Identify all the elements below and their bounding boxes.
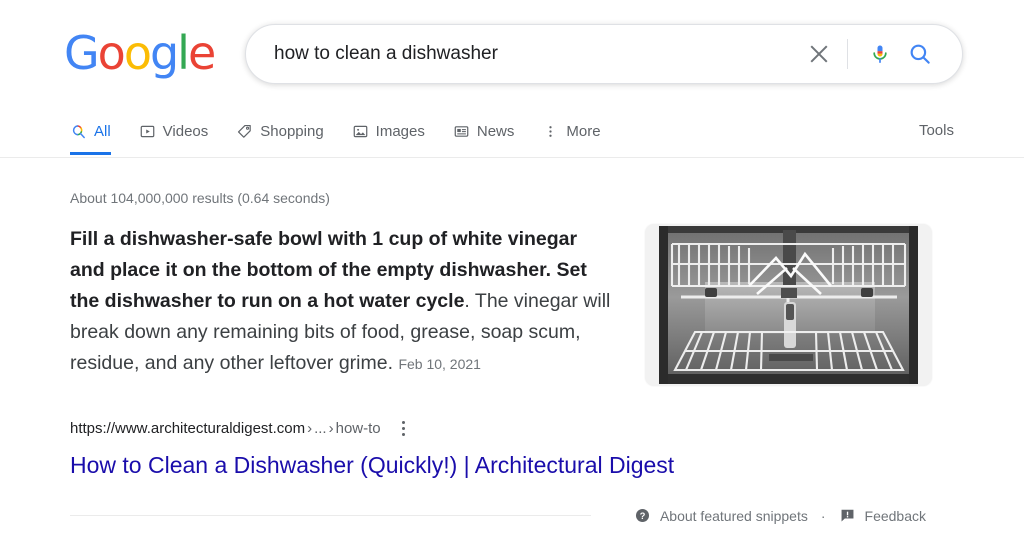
more-vertical-dots-icon	[402, 432, 406, 436]
search-divider	[847, 39, 848, 69]
help-question-icon: ?	[635, 508, 649, 523]
breadcrumb-separator-1: ›	[307, 419, 313, 437]
footer-separator: ·	[820, 507, 826, 524]
search-input[interactable]	[274, 37, 799, 71]
result-domain: https://www.architecturaldigest.com	[70, 419, 306, 437]
footer-links: ? About featured snippets · Feedback	[634, 507, 926, 524]
featured-snippet-image[interactable]	[645, 224, 932, 386]
result-source-row: https://www.architecturaldigest.com ›... ›…	[70, 418, 950, 438]
page-header: Google	[0, 0, 1024, 108]
tab-news-label: News	[476, 123, 515, 140]
more-vertical-dots-icon	[402, 420, 406, 424]
about-featured-snippets-link[interactable]: ? About featured snippets	[634, 507, 808, 524]
google-logo[interactable]: Google	[64, 26, 216, 80]
result-title-link[interactable]: How to Clean a Dishwasher (Quickly!) | A…	[70, 451, 950, 479]
newspaper-icon	[454, 126, 469, 137]
tab-all-label: All	[94, 123, 111, 140]
result-stats: About 104,000,000 results (0.64 seconds)	[70, 190, 330, 206]
featured-snippet-date: Feb 10, 2021	[398, 356, 481, 372]
result-options-button[interactable]	[395, 418, 413, 438]
feedback-label: Feedback	[864, 507, 926, 524]
logo-letter-e: e	[187, 26, 216, 80]
microphone-icon	[873, 45, 887, 63]
search-magnifier-icon	[910, 44, 930, 64]
tab-all[interactable]: All	[64, 108, 125, 155]
tab-shopping[interactable]: Shopping	[222, 108, 337, 155]
breadcrumb-separator-2: ›	[328, 419, 334, 437]
results-area: About 104,000,000 results (0.64 seconds)…	[0, 158, 1024, 541]
search-tabs-bar: All Videos Shopping Images News More Too…	[0, 108, 1024, 158]
dishwasher-interior-photo	[645, 224, 932, 386]
result-url[interactable]: https://www.architecturaldigest.com ›... ›…	[70, 420, 381, 437]
logo-letter-o1: o	[97, 26, 126, 80]
logo-letter-g2: g	[149, 26, 179, 80]
price-tag-icon	[238, 124, 252, 138]
tab-more-label: More	[566, 123, 601, 140]
featured-snippet: Fill a dishwasher-safe bowl with 1 cup o…	[70, 224, 950, 541]
search-magnifier-icon	[72, 125, 85, 139]
image-picture-icon	[353, 125, 368, 138]
more-vertical-dots-icon	[402, 426, 406, 430]
search-submit-button[interactable]	[900, 34, 940, 74]
tools-button[interactable]: Tools	[909, 108, 964, 139]
feedback-link[interactable]: Feedback	[839, 507, 926, 524]
feedback-flag-icon	[841, 509, 853, 522]
about-featured-snippets-label: About featured snippets	[659, 507, 808, 524]
tab-shopping-label: Shopping	[260, 123, 324, 140]
active-tab-underline	[70, 152, 111, 155]
breadcrumb-last: how-to	[335, 419, 381, 437]
logo-letter-l: l	[177, 26, 190, 80]
voice-search-button[interactable]	[860, 34, 900, 74]
svg-text:?: ?	[640, 511, 646, 521]
video-play-icon	[140, 125, 155, 138]
tab-videos-label: Videos	[162, 123, 209, 140]
featured-snippet-footer: ? About featured snippets · Feedback	[70, 507, 950, 541]
tab-more[interactable]: More	[528, 108, 614, 155]
tab-videos[interactable]: Videos	[125, 108, 223, 155]
search-bar[interactable]	[245, 24, 963, 84]
logo-letter-o2: o	[123, 26, 152, 80]
breadcrumb-ellipsis: ...	[314, 419, 327, 437]
logo-letter-g1: G	[64, 26, 100, 80]
more-vertical-dots-icon	[549, 126, 553, 137]
tab-news[interactable]: News	[439, 108, 529, 155]
tab-images-label: Images	[375, 123, 425, 140]
clear-search-button[interactable]	[799, 34, 839, 74]
close-x-icon	[808, 43, 830, 65]
tab-images[interactable]: Images	[338, 108, 439, 155]
footer-divider	[70, 515, 591, 516]
featured-snippet-text: Fill a dishwasher-safe bowl with 1 cup o…	[70, 224, 615, 380]
